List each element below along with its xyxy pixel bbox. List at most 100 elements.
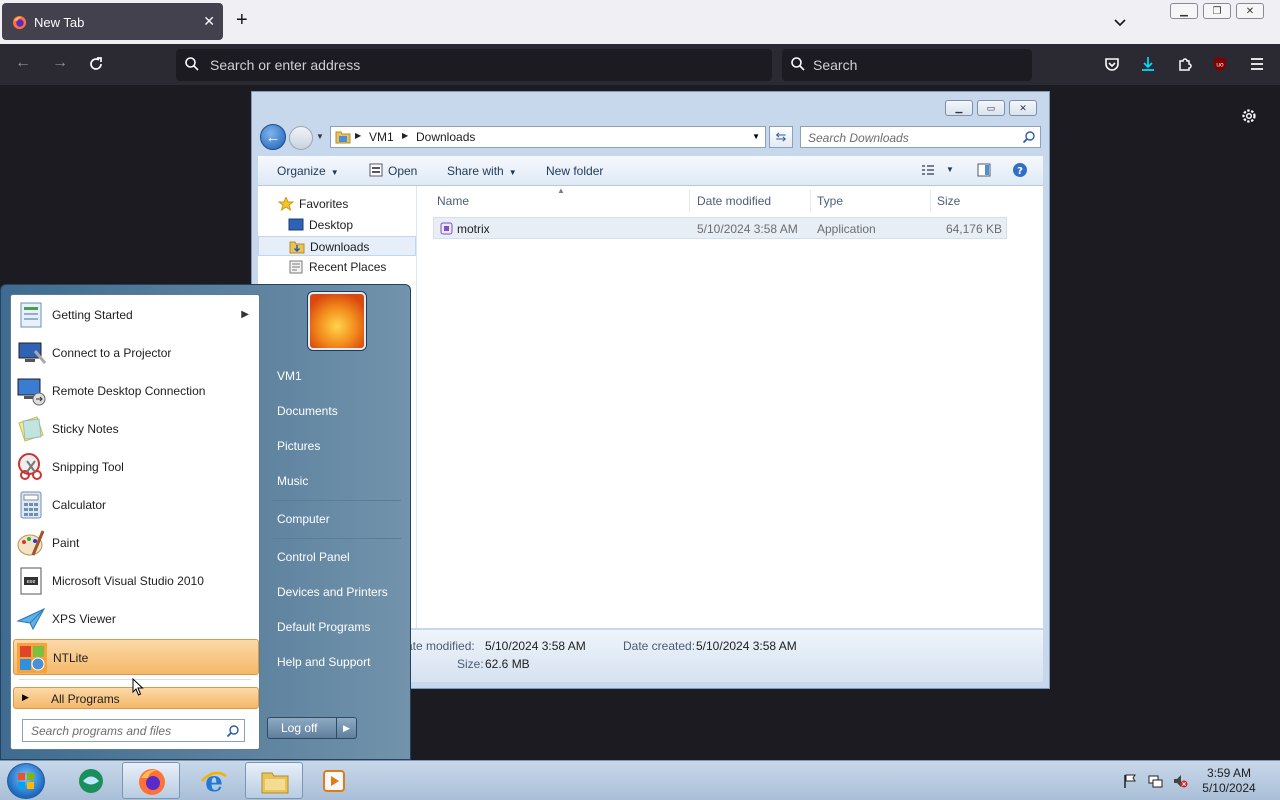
- change-view-icon[interactable]: [920, 162, 936, 178]
- taskbar-windows-explorer[interactable]: [245, 762, 303, 799]
- explorer-back-icon[interactable]: ←: [260, 124, 286, 150]
- page-settings-gear-icon[interactable]: [1240, 107, 1258, 125]
- xps-viewer-icon: [16, 607, 46, 631]
- explorer-close-icon[interactable]: ✕: [1009, 100, 1037, 116]
- file-row[interactable]: motrix 5/10/2024 3:58 AM Application 64,…: [433, 217, 1007, 239]
- nav-favorites[interactable]: Favorites: [258, 194, 416, 214]
- column-divider[interactable]: [689, 190, 690, 212]
- taskbar-internet-explorer[interactable]: e: [185, 762, 243, 799]
- column-header-name[interactable]: Name: [437, 194, 469, 208]
- start-search-input[interactable]: Search programs and files: [22, 719, 245, 742]
- action-center-flag-icon[interactable]: [1122, 773, 1138, 789]
- program-paint[interactable]: Paint: [13, 525, 259, 561]
- start-link-documents[interactable]: Documents: [277, 404, 338, 418]
- svg-text:uo: uo: [1216, 62, 1224, 69]
- start-link-help-and-support[interactable]: Help and Support: [277, 655, 370, 669]
- ublock-origin-icon[interactable]: uo: [1211, 55, 1229, 73]
- detail-size-value: 62.6 MB: [485, 657, 530, 671]
- submenu-arrow-icon: ▶: [241, 309, 249, 320]
- taskbar-app-1[interactable]: [62, 762, 120, 799]
- start-link-computer[interactable]: Computer: [277, 512, 330, 526]
- restore-icon[interactable]: ❐: [1203, 3, 1231, 19]
- close-window-icon[interactable]: ✕: [1236, 3, 1264, 19]
- start-link-default-programs[interactable]: Default Programs: [277, 620, 370, 634]
- start-link-devices-and-printers[interactable]: Devices and Printers: [277, 585, 388, 599]
- minimize-icon[interactable]: ▁: [1170, 3, 1198, 19]
- network-icon[interactable]: [1147, 773, 1163, 789]
- start-link-music[interactable]: Music: [277, 474, 308, 488]
- address-bar[interactable]: Search or enter address: [176, 49, 772, 81]
- back-icon[interactable]: ←: [15, 54, 31, 72]
- recent-pages-icon[interactable]: ▼: [316, 132, 324, 141]
- remote-desktop-icon: [17, 378, 46, 406]
- explorer-search-placeholder: Search Downloads: [808, 131, 909, 145]
- breadcrumb-arrow-icon[interactable]: ▶: [355, 131, 361, 140]
- column-divider[interactable]: [930, 190, 931, 212]
- open-icon: [369, 163, 383, 177]
- explorer-search-input[interactable]: Search Downloads: [800, 126, 1041, 148]
- program-sticky-notes[interactable]: Sticky Notes: [13, 411, 259, 447]
- program-getting-started[interactable]: Getting Started ▶: [13, 297, 259, 333]
- program-connect-to-projector[interactable]: Connect to a Projector: [13, 335, 259, 371]
- column-header-type[interactable]: Type: [817, 194, 843, 208]
- preview-pane-icon[interactable]: [976, 162, 992, 178]
- start-link-vm1[interactable]: VM1: [277, 369, 302, 383]
- start-search-placeholder: Search programs and files: [31, 724, 172, 738]
- sort-indicator-icon: ▲: [557, 186, 565, 195]
- new-folder-button[interactable]: New folder: [546, 164, 603, 178]
- open-button[interactable]: Open: [388, 164, 417, 178]
- system-clock[interactable]: 3:59 AM 5/10/2024: [1196, 766, 1262, 796]
- svg-text:e: e: [205, 766, 223, 796]
- explorer-refresh-icon[interactable]: ⇆: [769, 126, 793, 148]
- explorer-maximize-icon[interactable]: ▭: [977, 100, 1005, 116]
- volume-muted-icon[interactable]: [1172, 773, 1188, 789]
- taskbar-media-player[interactable]: [305, 762, 363, 799]
- firefox-icon: [12, 15, 27, 30]
- menu-icon[interactable]: [1248, 55, 1266, 73]
- shutdown-options-arrow-icon[interactable]: ▶: [336, 718, 356, 738]
- log-off-button[interactable]: Log off ▶: [267, 717, 357, 739]
- pocket-icon[interactable]: [1103, 55, 1121, 73]
- taskbar-firefox[interactable]: [122, 762, 180, 799]
- nav-item-recent-places[interactable]: Recent Places: [258, 257, 416, 277]
- start-link-pictures[interactable]: Pictures: [277, 439, 320, 453]
- search-bar[interactable]: Search: [782, 49, 1032, 81]
- reload-icon[interactable]: [87, 55, 105, 73]
- extensions-icon[interactable]: [1176, 55, 1194, 73]
- column-header-date-modified[interactable]: Date modified: [697, 194, 771, 208]
- column-header-size[interactable]: Size: [937, 194, 960, 208]
- breadcrumb-downloads[interactable]: Downloads: [416, 130, 475, 144]
- nav-item-desktop[interactable]: Desktop: [258, 215, 416, 235]
- file-type: Application: [817, 222, 876, 236]
- program-snipping-tool[interactable]: Snipping Tool: [13, 449, 259, 485]
- start-button[interactable]: [7, 763, 45, 799]
- program-ntlite[interactable]: NTLite: [13, 639, 259, 675]
- tab-close-icon[interactable]: ✕: [203, 13, 215, 30]
- organize-menu[interactable]: Organize ▼: [277, 164, 339, 178]
- share-with-menu[interactable]: Share with ▼: [447, 164, 517, 178]
- application-icon: [440, 222, 453, 235]
- detail-date-created-value: 5/10/2024 3:58 AM: [696, 639, 797, 653]
- new-tab-icon[interactable]: +: [236, 10, 248, 30]
- help-icon[interactable]: ?: [1012, 162, 1028, 178]
- browser-tab[interactable]: New Tab ✕: [2, 3, 223, 40]
- forward-icon[interactable]: →: [52, 54, 68, 72]
- start-link-control-panel[interactable]: Control Panel: [277, 550, 350, 564]
- explorer-address-bar[interactable]: ▶ VM1 ▶ Downloads ▼: [330, 126, 766, 148]
- breadcrumb-vm1[interactable]: VM1: [369, 130, 394, 144]
- explorer-forward-icon[interactable]: [289, 126, 313, 150]
- program-microsoft-visual-studio-2010[interactable]: exe Microsoft Visual Studio 2010: [13, 563, 259, 599]
- breadcrumb-arrow-icon[interactable]: ▶: [402, 131, 408, 140]
- downloads-icon[interactable]: [1139, 55, 1157, 73]
- program-xps-viewer[interactable]: XPS Viewer: [13, 601, 259, 637]
- browser-toolbar: ← → Search or enter address Search uo: [0, 44, 1280, 85]
- nav-item-downloads[interactable]: Downloads: [258, 236, 416, 256]
- list-all-tabs-icon[interactable]: [1112, 14, 1128, 30]
- user-picture[interactable]: [308, 292, 366, 350]
- view-options-dropdown-icon[interactable]: ▼: [946, 165, 954, 174]
- program-remote-desktop-connection[interactable]: Remote Desktop Connection: [13, 373, 259, 409]
- explorer-minimize-icon[interactable]: ▁: [945, 100, 973, 116]
- column-divider[interactable]: [810, 190, 811, 212]
- program-calculator[interactable]: Calculator: [13, 487, 259, 523]
- address-dropdown-icon[interactable]: ▼: [752, 132, 760, 141]
